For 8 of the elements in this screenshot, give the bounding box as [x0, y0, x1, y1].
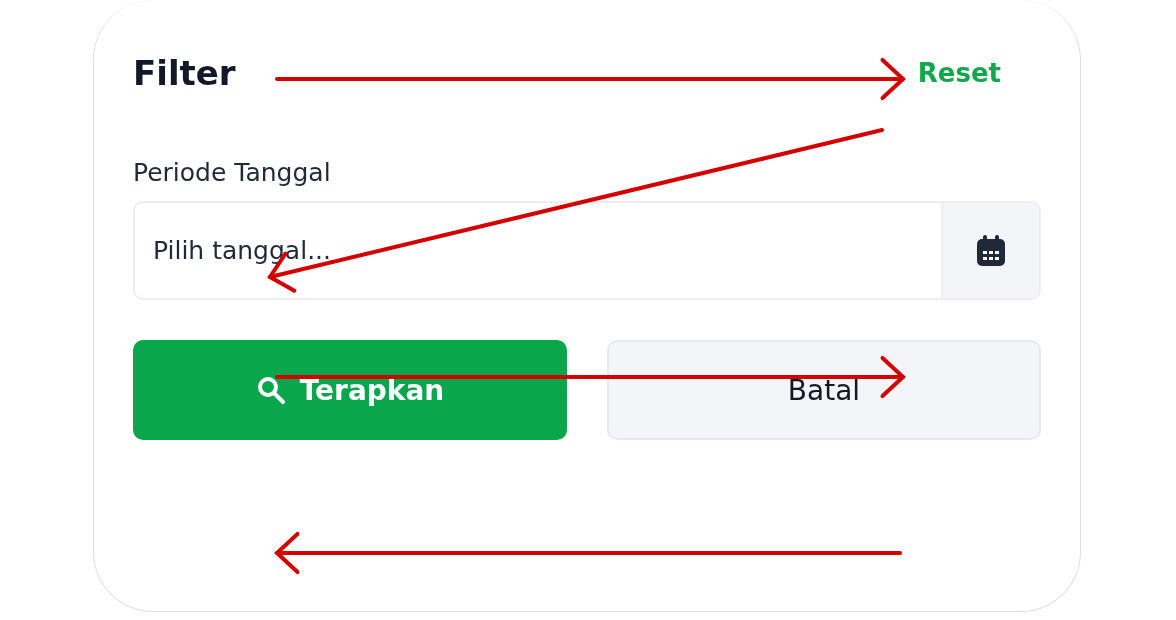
search-icon: [255, 375, 286, 405]
apply-button[interactable]: Terapkan: [133, 340, 567, 440]
cancel-button[interactable]: Batal: [607, 340, 1041, 440]
calendar-icon: [975, 233, 1007, 268]
calendar-button[interactable]: [941, 203, 1039, 298]
field-label: Periode Tanggal: [133, 158, 332, 187]
filter-title: Filter: [133, 53, 236, 93]
reset-link[interactable]: Reset: [917, 58, 1001, 88]
